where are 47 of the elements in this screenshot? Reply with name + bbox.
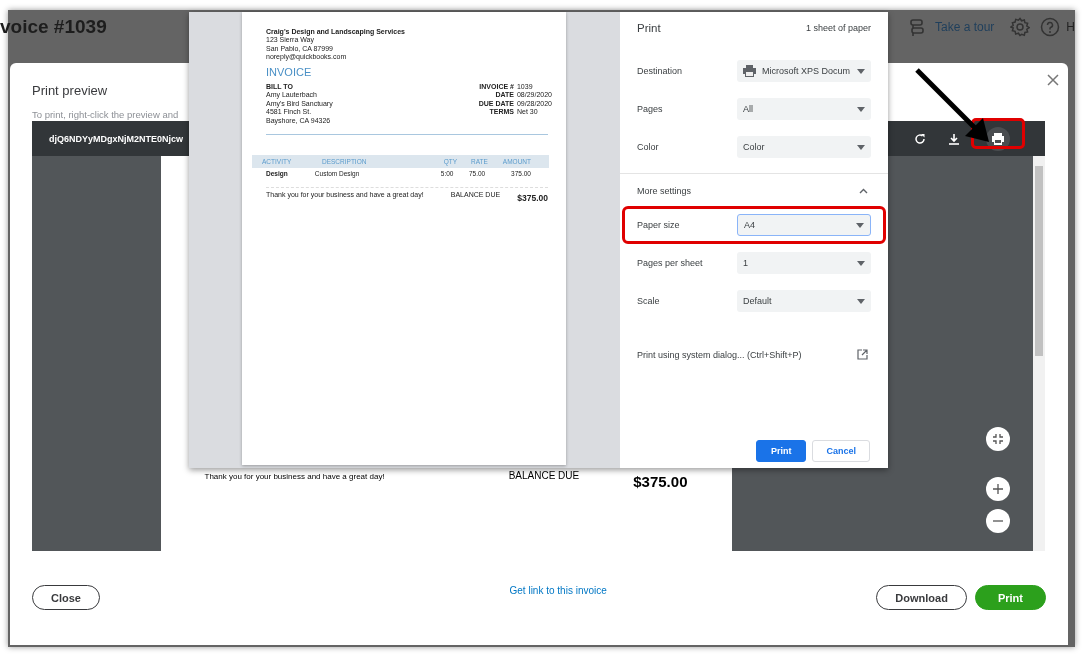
print-icon[interactable] <box>986 126 1010 151</box>
dropdown[interactable]: A4 <box>737 214 871 236</box>
close-button[interactable]: Close <box>32 585 100 610</box>
scrollbar[interactable] <box>1033 156 1045 551</box>
file-name: djQ6NDYyMDgxNjM2NTE0Njcw <box>49 133 184 144</box>
download-icon[interactable] <box>948 132 960 145</box>
dropdown[interactable]: Microsoft XPS Docum <box>737 60 871 82</box>
caret-icon <box>857 68 865 74</box>
fit-icon <box>992 433 1004 445</box>
setting-label: Paper size <box>637 220 680 230</box>
dropdown[interactable]: Default <box>737 290 871 312</box>
setting-label: Destination <box>637 66 683 76</box>
setting-label: Pages per sheet <box>637 258 703 268</box>
thanks-text: Thank you for your business and have a great day! <box>204 472 385 481</box>
download-button[interactable]: Download <box>876 585 967 610</box>
external-link-icon[interactable] <box>857 349 868 360</box>
instruction-text: To print, right-click the preview and <box>32 109 179 120</box>
printer-icon <box>743 65 756 77</box>
dialog-title: Print <box>637 22 661 34</box>
balance-amount: $375.00 <box>517 193 548 203</box>
balance-label: BALANCE DUE <box>508 470 580 481</box>
cancel-button[interactable]: Cancel <box>812 440 870 462</box>
setting-label: Color <box>637 142 659 152</box>
print-button[interactable]: Print <box>755 440 807 462</box>
invoice-heading: INVOICE <box>266 65 313 78</box>
caret-icon <box>857 260 865 266</box>
sheet-count: 1 sheet of paper <box>805 23 871 33</box>
fit-page-button[interactable] <box>986 427 1010 451</box>
more-settings-toggle[interactable]: More settings <box>637 174 871 208</box>
caret-icon <box>857 298 865 304</box>
dropdown[interactable]: Color <box>737 136 871 158</box>
zoom-out-button[interactable] <box>986 509 1010 533</box>
zoom-in-button[interactable] <box>986 477 1010 501</box>
caret-icon <box>856 222 864 228</box>
close-icon[interactable] <box>1047 74 1059 86</box>
system-dialog-link[interactable]: Print using system dialog... (Ctrl+Shift+P) <box>637 349 802 360</box>
caret-icon <box>857 144 865 150</box>
dropdown[interactable]: All <box>737 98 871 120</box>
caret-icon <box>857 106 865 112</box>
plus-icon <box>992 483 1004 495</box>
rotate-icon[interactable] <box>914 132 926 145</box>
setting-label: Pages <box>637 104 663 114</box>
modal-title: Print preview <box>32 82 108 98</box>
balance-amount: $375.00 <box>633 473 688 490</box>
dropdown[interactable]: 1 <box>737 252 871 274</box>
invoice-link[interactable]: Get link to this invoice <box>509 584 607 596</box>
setting-label: Scale <box>637 296 660 306</box>
